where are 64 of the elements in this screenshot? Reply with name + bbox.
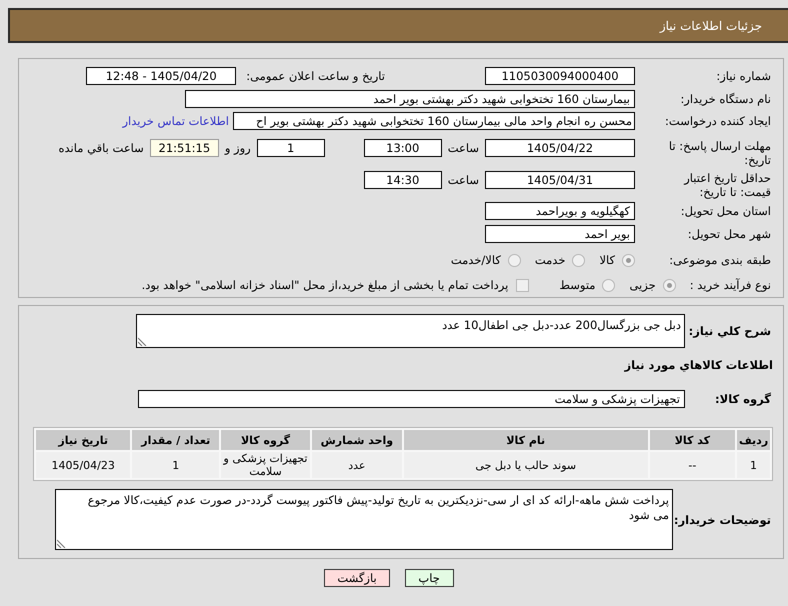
hour-label: ساعت xyxy=(448,140,479,157)
column-header: تاریخ نیاز xyxy=(36,430,130,450)
table-cell: سوند حالب یا دبل جی xyxy=(404,452,648,478)
description-field[interactable]: دبل جی بزرگسال200 عدد-دبل جی اطفال10 عدد xyxy=(136,314,685,348)
radio-label: خدمت xyxy=(534,253,566,267)
table-cell: 1405/04/23 xyxy=(36,452,130,478)
announcement-date-field[interactable]: 1405/04/20 - 12:48 xyxy=(86,67,236,85)
deadline-time-field[interactable]: 13:00 xyxy=(364,139,442,157)
radio-label: کالا xyxy=(599,253,615,267)
requester-field[interactable]: محسن ره انجام واحد مالی بیمارستان 160 تختخوابی شهید دکتر بهشتی بویر اح xyxy=(233,112,635,130)
back-button[interactable]: بازگشت xyxy=(324,569,390,587)
field-label: شهر محل تحویل: xyxy=(686,227,771,241)
checkbox-label: پرداخت تمام یا بخشی از مبلغ خرید،از محل "اسناد خزانه اسلامی" خواهد بود. xyxy=(142,278,508,292)
section-title: اطلاعات کالاهاي مورد نیاز xyxy=(624,358,773,372)
resize-grip-icon[interactable] xyxy=(138,337,147,346)
radio-button[interactable] xyxy=(622,254,635,266)
province-field[interactable]: کهگیلویه و بویراحمد xyxy=(485,202,635,220)
column-header: واحد شمارش xyxy=(312,430,402,450)
goods-group-field[interactable]: تجهیزات پزشکی و سلامت xyxy=(138,390,685,408)
field-label: تاریخ و ساعت اعلان عمومی: xyxy=(246,69,385,83)
price-validity-date-field[interactable]: 1405/04/31 xyxy=(485,171,635,189)
column-header: نام کالا xyxy=(404,430,648,450)
field-label: طبقه بندی موضوعی: xyxy=(668,253,771,267)
buyer-notes-field[interactable]: پرداخت شش ماهه-ارائه کد ای ار سی-نزدیکترین به تاریخ تولید-پیش فاکتور پیوست گردد-در صورت عدم کیفیت،کالا مرجوع می شود xyxy=(55,489,673,550)
column-header: ردیف xyxy=(737,430,770,450)
field-label: شرح کلي نیاز: xyxy=(691,324,771,338)
days-label: روز و xyxy=(224,140,251,157)
hour-label: ساعت xyxy=(448,172,479,189)
table-cell: -- xyxy=(650,452,736,478)
field-label: گروه کالا: xyxy=(714,392,771,406)
radio-button[interactable] xyxy=(662,278,676,292)
radio-label: متوسط xyxy=(559,278,596,292)
buyer-contact-link[interactable]: اطلاعات تماس خریدار xyxy=(122,114,229,128)
table-cell: 1 xyxy=(132,452,220,478)
field-label: نوع فرآیند خرید : xyxy=(690,278,771,292)
field-label: استان محل تحویل: xyxy=(680,204,771,218)
days-remaining-field[interactable]: 1 xyxy=(256,139,325,157)
field-label: شماره نیاز: xyxy=(715,69,771,83)
table-cell: عدد xyxy=(312,452,402,478)
radio-button[interactable] xyxy=(572,254,586,266)
column-header: کد کالا xyxy=(650,430,736,450)
field-label: حداقل تاریخ اعتبار قیمت: تا تاریخ: xyxy=(682,171,771,199)
radio-button[interactable] xyxy=(602,278,616,292)
field-label: نام دستگاه خریدار: xyxy=(679,92,771,106)
print-button[interactable]: چاپ xyxy=(404,569,454,587)
need-number-field[interactable]: 1105030094000400 xyxy=(485,67,635,85)
column-header: تعداد / مقدار xyxy=(132,430,220,450)
field-label: مهلت ارسال پاسخ: تا تاریخ: xyxy=(668,139,771,167)
radio-label: جزیی xyxy=(629,278,656,292)
resize-grip-icon[interactable] xyxy=(57,539,66,548)
deadline-date-field[interactable]: 1405/04/22 xyxy=(485,139,635,157)
radio-button[interactable] xyxy=(508,254,521,266)
treasury-checkbox[interactable] xyxy=(516,278,530,292)
field-label: ایجاد کننده درخواست: xyxy=(664,114,771,128)
city-field[interactable]: بویر احمد xyxy=(485,225,635,243)
table-cell: 1 xyxy=(737,452,770,478)
radio-label: کالا/خدمت xyxy=(450,253,501,267)
page-title: جزئیات اطلاعات نیاز xyxy=(660,18,762,32)
column-header: گروه کالا xyxy=(221,430,310,450)
table-cell: تجهیزات پزشکی و سلامت xyxy=(221,452,310,478)
buyer-organization-field[interactable]: بیمارستان 160 تختخوابی شهید دکتر بهشتی بویر احمد xyxy=(185,90,635,108)
time-remaining-field[interactable]: 21:51:15 xyxy=(150,139,219,157)
time-remaining-label: ساعت باقي مانده xyxy=(58,140,144,157)
price-validity-time-field[interactable]: 14:30 xyxy=(364,171,442,189)
